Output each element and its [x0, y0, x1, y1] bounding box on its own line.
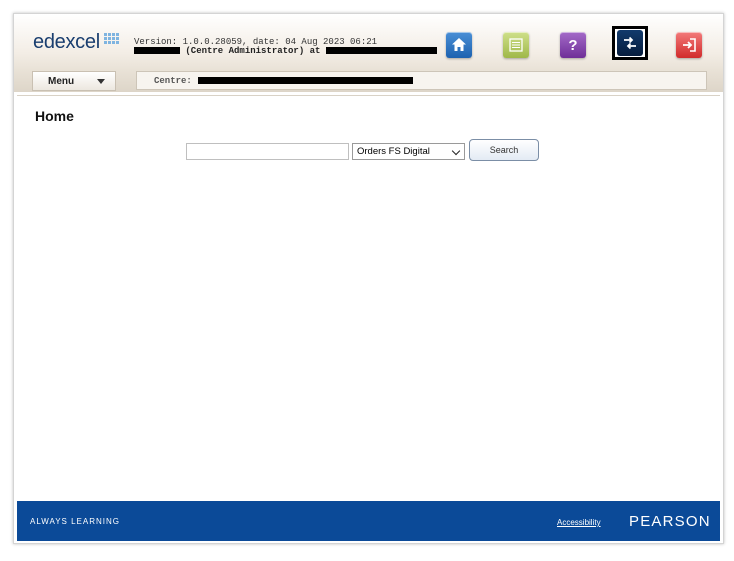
centre-bar: Centre:	[136, 71, 707, 90]
notes-button[interactable]	[503, 32, 529, 58]
help-icon: ?	[568, 36, 578, 54]
menu-label: Menu	[48, 75, 75, 87]
user-role: (Centre Administrator) at	[185, 46, 321, 56]
switch-arrows-icon	[624, 36, 636, 50]
menu-dropdown-button[interactable]: Menu	[32, 71, 116, 91]
help-button[interactable]: ?	[560, 32, 586, 58]
redacted-centre-name	[325, 47, 437, 55]
switch-centre-button[interactable]	[617, 30, 643, 56]
notepad-icon	[509, 38, 523, 52]
user-info: (Centre Administrator) at	[134, 46, 437, 57]
accessibility-link[interactable]: Accessibility	[557, 518, 601, 527]
footer-tagline: ALWAYS LEARNING	[30, 517, 120, 526]
logout-icon	[683, 38, 696, 52]
logo-dots-icon	[104, 33, 120, 47]
search-type-select[interactable]: Orders FS Digital	[352, 143, 465, 160]
chevron-down-icon	[451, 146, 461, 156]
page-title: Home	[35, 108, 74, 124]
sub-navigation-bar: Menu Centre:	[14, 70, 723, 92]
home-button[interactable]	[446, 32, 472, 58]
redacted-username	[134, 47, 180, 55]
search-input[interactable]	[186, 143, 349, 160]
home-icon	[452, 38, 466, 51]
footer: ALWAYS LEARNING Accessibility PEARSON	[17, 501, 720, 541]
main-content: Home Orders FS Digital Search	[17, 95, 720, 501]
search-button[interactable]: Search	[469, 139, 539, 161]
app-header: edexcel Version: 1.0.0.28059, date: 04 A…	[14, 14, 723, 70]
search-type-value: Orders FS Digital	[357, 146, 430, 157]
logout-button[interactable]	[676, 32, 702, 58]
pearson-logo: PEARSON	[629, 513, 711, 530]
switch-centre-button-highlight[interactable]	[612, 26, 648, 60]
edexcel-logo: edexcel	[33, 31, 100, 53]
centre-label: Centre:	[154, 75, 192, 86]
chevron-down-icon	[97, 79, 105, 84]
app-window: edexcel Version: 1.0.0.28059, date: 04 A…	[13, 13, 724, 544]
redacted-centre-value	[197, 77, 413, 84]
